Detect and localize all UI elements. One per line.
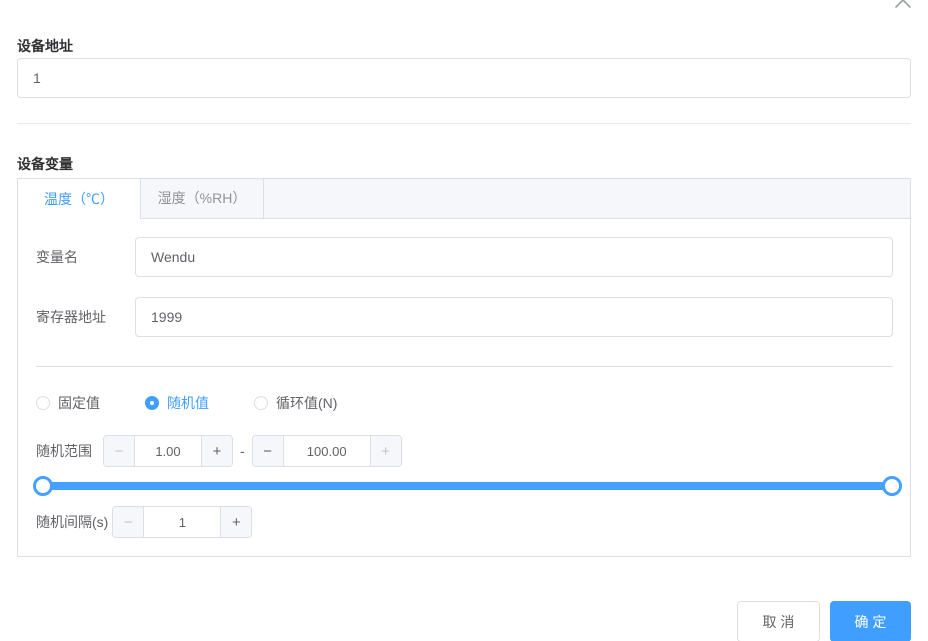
interval-decrease-button[interactable]: − <box>113 507 145 537</box>
random-interval-row: 随机间隔(s) − 1 + <box>36 506 893 538</box>
range-min-value[interactable]: 1.00 <box>135 436 201 466</box>
radio-random-value[interactable]: 随机值 <box>145 393 209 413</box>
register-address-row: 寄存器地址 1999 <box>36 297 893 337</box>
section-divider <box>17 123 911 124</box>
dialog-footer: 取 消 确 定 <box>17 601 911 641</box>
variable-name-row: 变量名 Wendu <box>36 237 893 277</box>
device-variables-label: 设备变量 <box>17 156 73 172</box>
tab-temperature[interactable]: 温度（℃） <box>18 179 141 219</box>
range-max-increase-button[interactable]: + <box>369 436 401 466</box>
slider-selected-bar <box>37 482 892 490</box>
device-address-value: 1 <box>33 70 41 86</box>
range-min-stepper: − 1.00 + <box>103 435 233 467</box>
random-range-slider[interactable] <box>33 475 902 497</box>
radio-circle-icon <box>254 396 268 410</box>
form-divider <box>36 366 893 367</box>
variable-name-value: Wendu <box>151 249 196 265</box>
range-min-increase-button[interactable]: + <box>201 436 232 466</box>
radio-circle-checked-icon <box>145 396 159 410</box>
cancel-button[interactable]: 取 消 <box>737 601 820 641</box>
device-address-input[interactable]: 1 <box>17 58 911 98</box>
range-min-decrease-button[interactable]: − <box>104 436 135 466</box>
tab-humidity[interactable]: 湿度（%RH） <box>141 179 264 218</box>
random-interval-label: 随机间隔(s) <box>36 514 109 530</box>
device-variables-card: 温度（℃） 湿度（%RH） 变量名 Wendu 寄存器地址 1999 固定值 随… <box>17 178 911 557</box>
tab-bar: 温度（℃） 湿度（%RH） <box>18 179 910 219</box>
collapse-chevron-up-icon[interactable] <box>894 0 912 10</box>
radio-fixed-value[interactable]: 固定值 <box>36 393 100 413</box>
range-max-decrease-button[interactable]: − <box>252 436 284 466</box>
register-address-input[interactable]: 1999 <box>135 297 893 337</box>
tab-content: 变量名 Wendu 寄存器地址 1999 固定值 随机值 循环值(N) 随机范围… <box>18 219 910 556</box>
random-range-row: 随机范围 − 1.00 + - − 100.00 + <box>36 435 893 467</box>
interval-stepper: − 1 + <box>112 506 253 538</box>
variable-name-label: 变量名 <box>36 249 78 265</box>
random-range-label: 随机范围 <box>36 443 92 459</box>
register-address-value: 1999 <box>151 309 183 325</box>
slider-max-handle[interactable] <box>882 476 902 496</box>
device-address-label: 设备地址 <box>17 38 73 54</box>
range-separator: - <box>240 443 245 459</box>
interval-increase-button[interactable]: + <box>220 507 252 537</box>
range-max-value[interactable]: 100.00 <box>284 436 370 466</box>
slider-runway[interactable] <box>37 482 892 490</box>
confirm-button[interactable]: 确 定 <box>830 601 911 641</box>
variable-name-input[interactable]: Wendu <box>135 237 893 277</box>
radio-circle-icon <box>36 396 50 410</box>
slider-min-handle[interactable] <box>33 476 53 496</box>
device-config-panel: 设备地址 1 设备变量 温度（℃） 湿度（%RH） 变量名 Wendu 寄存器地… <box>0 0 928 641</box>
register-address-label: 寄存器地址 <box>36 309 106 325</box>
interval-value[interactable]: 1 <box>144 507 220 537</box>
value-type-radio-group: 固定值 随机值 循环值(N) <box>36 393 893 413</box>
radio-cycle-value[interactable]: 循环值(N) <box>254 393 337 413</box>
range-max-stepper: − 100.00 + <box>251 435 402 467</box>
